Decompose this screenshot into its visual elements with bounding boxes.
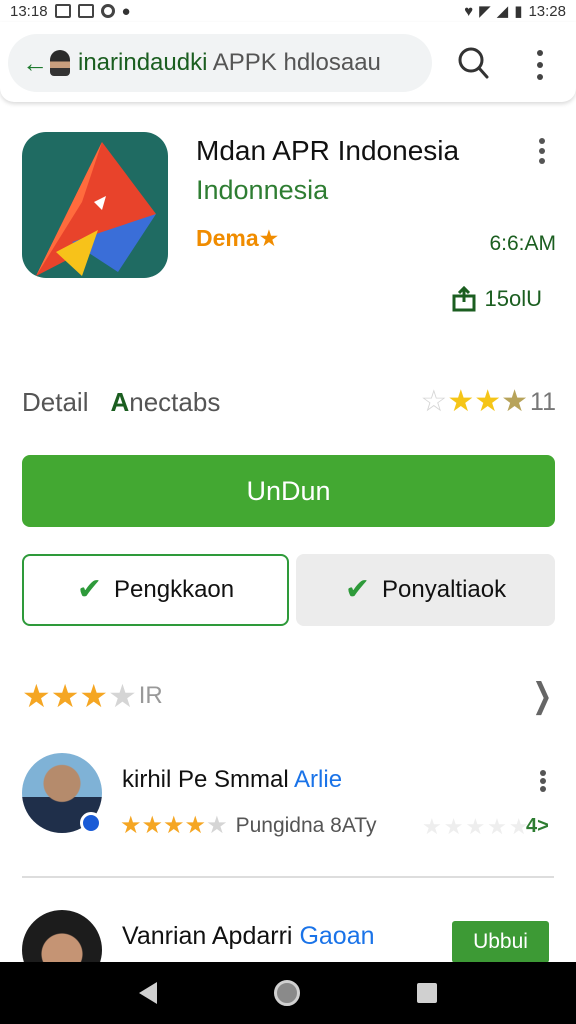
share-icon — [452, 286, 476, 312]
url-field[interactable]: ← inarindaudki APPK hdlosaau — [8, 34, 432, 92]
status-time: 13:18 — [10, 2, 48, 20]
review-more-vert-icon[interactable] — [538, 770, 548, 792]
system-nav-bar — [0, 962, 576, 1024]
rating-count: 11 — [530, 387, 556, 416]
install-option-label: Pengkkaon — [114, 576, 235, 603]
tab-notes[interactable]: Anectabs — [110, 387, 220, 418]
reviewer-name: kirhil Pe Smmal Arlie — [122, 766, 342, 794]
site-avatar — [50, 50, 70, 76]
sync-notification-icon — [100, 4, 115, 18]
menu-dot — [537, 50, 543, 56]
star-empty-icon: ★ — [108, 678, 137, 714]
star-filled-icon: ★ — [447, 385, 475, 418]
back-arrow-icon[interactable]: ← — [22, 50, 48, 76]
menu-dot — [540, 770, 546, 776]
detail-tabs-row: Detail Anectabs ☆ ★ ★ ★ 11 — [22, 384, 556, 420]
status-left: 13:18 ● — [10, 3, 131, 20]
star-half-icon: ★ — [501, 385, 529, 418]
app-size-text: 15olU — [484, 286, 542, 311]
url-text: inarindaudki APPK hdlosaau — [78, 49, 381, 77]
app-badge: Dema★ — [196, 225, 280, 251]
app-logo-graphic — [36, 142, 156, 276]
nav-recents-icon[interactable] — [417, 983, 438, 1003]
menu-dot — [537, 74, 543, 80]
install-option-button[interactable]: ✔ Pengkkaon — [22, 554, 289, 626]
rating-summary-label: IR — [138, 682, 163, 709]
tab-detail[interactable]: Detail — [22, 387, 88, 418]
app-icon — [22, 132, 168, 278]
tab-notes-label: nectabs — [129, 386, 221, 417]
app-more-vert-icon[interactable] — [536, 138, 548, 164]
chevron-right-icon[interactable]: ❯ — [532, 676, 552, 716]
star-filled-icon: ★ — [50, 678, 80, 714]
star-filled-icon: ★ — [474, 385, 502, 418]
search-icon[interactable] — [456, 46, 490, 80]
star-filled-icon: ★ — [120, 812, 142, 839]
nav-home-icon[interactable] — [273, 980, 300, 1006]
star-filled-icon: ★ — [22, 678, 51, 714]
address-bar: ← inarindaudki APPK hdlosaau — [0, 22, 576, 102]
nav-back-icon[interactable] — [138, 982, 157, 1004]
menu-dot — [539, 138, 545, 144]
review-action-link[interactable]: 4> — [526, 815, 549, 838]
top-rating: ☆ ★ ★ ★ 11 — [420, 387, 556, 417]
heart-status-icon: ♥ — [464, 2, 474, 20]
rating-summary-row[interactable]: ★ ★ ★ ★ IR ❯ — [22, 676, 556, 716]
image-notification-icon — [77, 4, 94, 18]
review-rating: ★ ★ ★ ★ ★ Pungidna 8ATy — [120, 814, 376, 838]
check-icon: ✔ — [344, 573, 371, 606]
divider — [22, 876, 554, 878]
app-size: 15olU — [451, 286, 542, 312]
app-time: 6:6:AM — [489, 232, 556, 255]
menu-dot — [540, 778, 546, 784]
star-filled-icon: ★ — [163, 812, 185, 839]
url-domain: inarindaudki — [78, 49, 208, 76]
follow-button[interactable]: Ubbui — [452, 921, 549, 963]
status-clock-right: 13:28 — [528, 2, 566, 20]
signal-icon: ◢ — [496, 3, 509, 20]
wifi-icon: ◤ — [479, 3, 491, 20]
download-button[interactable]: UnDun — [22, 455, 555, 527]
alternate-option-button[interactable]: ✔ Ponyaltiaok — [296, 554, 555, 626]
reviewer-name-text: kirhil Pe Smmal — [122, 766, 289, 793]
status-bar: 13:18 ● ♥ ◤ ◢ ▮ 13:28 — [0, 0, 576, 22]
app-developer-link[interactable]: Indonnesia — [196, 175, 328, 206]
faint-rating-stars: ★★★★★ — [422, 814, 531, 839]
verified-badge-icon — [80, 812, 102, 834]
star-empty-icon: ☆ — [420, 385, 448, 418]
star-filled-icon: ★ — [79, 678, 109, 714]
menu-dot — [539, 148, 545, 154]
more-vert-icon[interactable] — [528, 48, 552, 82]
app-title: Mdan APR Indonesia — [196, 135, 460, 166]
status-right: ♥ ◤ ◢ ▮ 13:28 — [464, 2, 566, 21]
alternate-option-label: Ponyaltiaok — [382, 576, 507, 603]
battery-icon: ▮ — [514, 3, 523, 20]
menu-dot — [540, 786, 546, 792]
menu-dot — [537, 62, 543, 68]
message-notification-icon: ● — [121, 2, 131, 20]
star-empty-icon: ★ — [206, 812, 228, 839]
tab-notes-glyph: A — [110, 386, 130, 417]
url-rest: APPK hdlosaau — [207, 49, 381, 76]
star-filled-icon: ★ — [184, 812, 207, 839]
reviewer-name-text: Vanrian Apdarri — [122, 922, 293, 950]
star-filled-icon: ★ — [141, 812, 164, 839]
reviewer-tag[interactable]: Arlie — [294, 766, 342, 793]
gallery-notification-icon — [54, 4, 71, 18]
check-icon: ✔ — [76, 573, 103, 606]
reviewer-name: Vanrian Apdarri Gaoan — [122, 922, 375, 951]
reviewer-tag[interactable]: Gaoan — [299, 922, 374, 950]
review-meta: Pungidna 8ATy — [235, 814, 377, 837]
menu-dot — [539, 158, 545, 164]
